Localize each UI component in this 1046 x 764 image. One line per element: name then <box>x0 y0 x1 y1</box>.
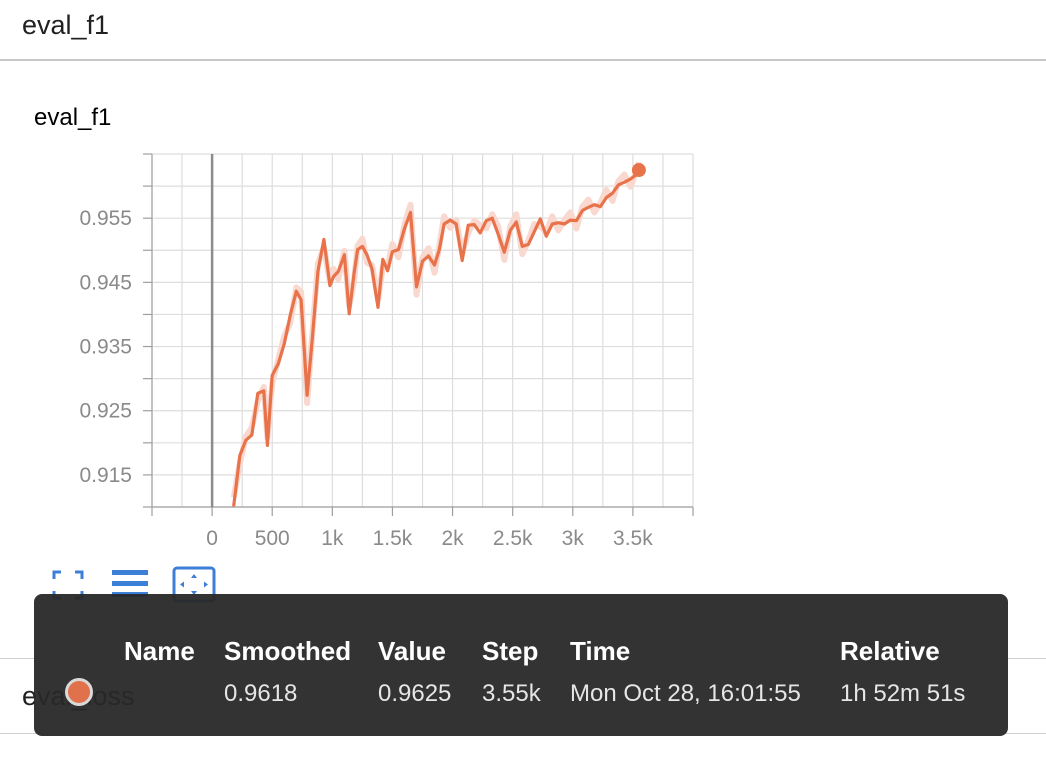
tooltip-step-value: 3.55k <box>482 680 541 707</box>
tooltip-header-smoothed: Smoothed <box>224 636 352 666</box>
x-tick-label: 2k <box>441 527 464 550</box>
tooltip-header-value: Value <box>378 636 446 666</box>
x-tick-label: 2.5k <box>493 527 533 550</box>
raw-series-line <box>230 161 642 498</box>
x-tick-label: 500 <box>255 527 290 550</box>
x-tick-label: 0 <box>206 527 218 550</box>
series-line <box>232 168 641 507</box>
card-title: eval_f1 <box>34 104 112 131</box>
y-tick-label: 0.945 <box>79 271 132 294</box>
x-tick-label: 3.5k <box>613 527 653 550</box>
y-tick-label: 0.935 <box>79 336 132 359</box>
chart[interactable]: 0 500 1k 1.5k 2k 2.5k 3k 3.5k 0.915 0.925 0.935 0.9… <box>0 140 720 560</box>
tooltip-header-name: Name <box>124 636 195 666</box>
tooltip-header-relative: Relative <box>840 636 940 666</box>
section-title: eval_f1 <box>22 10 110 40</box>
section-header[interactable]: eval_f1 <box>0 0 1046 61</box>
x-tick-label: 1.5k <box>373 527 413 550</box>
y-tick-label: 0.915 <box>79 464 132 487</box>
y-tick-label: 0.955 <box>79 207 132 230</box>
tooltip-value-value: 0.9625 <box>378 680 452 707</box>
chart-svg[interactable]: 0 500 1k 1.5k 2k 2.5k 3k 3.5k 0.915 0.925 0.935 0.9… <box>0 140 720 560</box>
y-tick-label: 0.925 <box>79 400 132 423</box>
tooltip-header-time: Time <box>570 636 631 666</box>
hover-point-marker <box>631 163 646 178</box>
series-color-swatch <box>65 678 93 706</box>
x-tick-label: 3k <box>562 527 585 550</box>
x-tick-label: 1k <box>321 527 344 550</box>
data-tooltip: Name Smoothed Value Step Time Relative 0… <box>34 594 1008 736</box>
tooltip-smoothed-value: 0.9618 <box>224 680 298 707</box>
tooltip-time-value: Mon Oct 28, 16:01:55 <box>570 680 801 707</box>
tooltip-relative-value: 1h 52m 51s <box>840 680 966 707</box>
tooltip-header-step: Step <box>482 636 539 666</box>
